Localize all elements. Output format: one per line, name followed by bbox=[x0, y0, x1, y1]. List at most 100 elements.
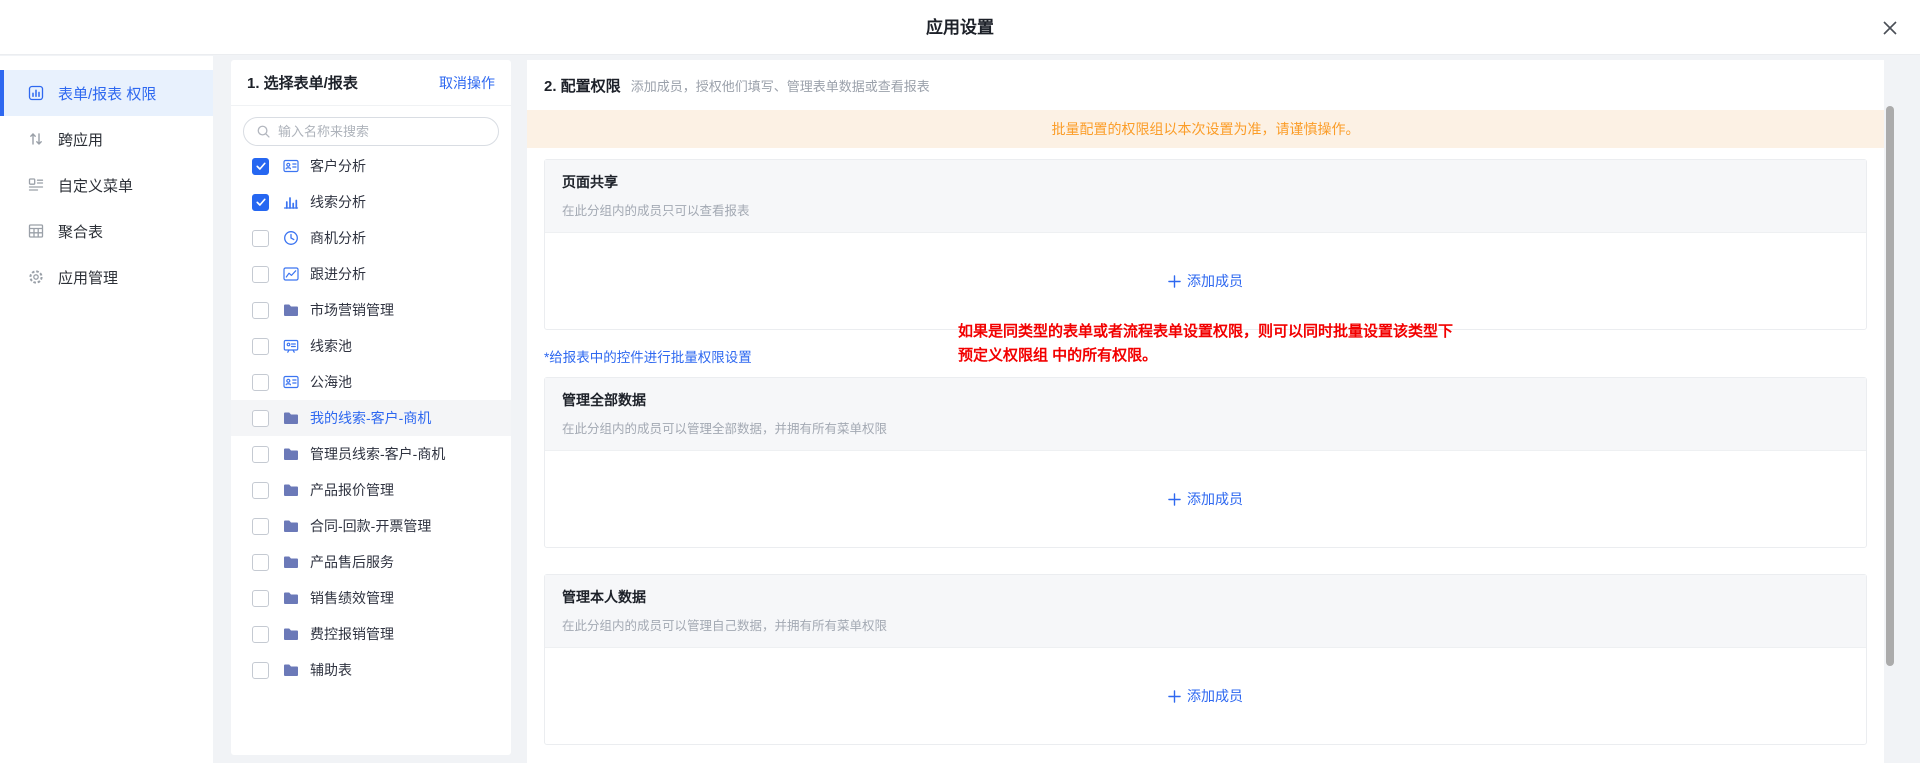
sidebar-item-label: 应用管理 bbox=[58, 267, 118, 288]
checkbox-checked[interactable] bbox=[252, 158, 269, 175]
annotation-line-1: 如果是同类型的表单或者流程表单设置权限，则可以同时批量设置该类型下 bbox=[958, 320, 1598, 344]
folder-icon bbox=[282, 481, 300, 499]
folder-icon bbox=[282, 661, 300, 679]
board-icon bbox=[282, 337, 300, 355]
annotation-line-2: 预定义权限组 中的所有权限。 bbox=[958, 344, 1598, 368]
checkbox-unchecked[interactable] bbox=[252, 554, 269, 571]
form-item-label: 线索池 bbox=[310, 336, 352, 356]
form-item-contract-payment-invoice[interactable]: 合同-回款-开票管理 bbox=[231, 508, 511, 544]
bar-chart-icon bbox=[282, 193, 300, 211]
form-item-public-pool[interactable]: 公海池 bbox=[231, 364, 511, 400]
form-item-expense-reimburse[interactable]: 费控报销管理 bbox=[231, 616, 511, 652]
sidebar-item-app-manage[interactable]: 应用管理 bbox=[0, 254, 213, 300]
folder-icon bbox=[282, 517, 300, 535]
group-title: 管理全部数据 bbox=[562, 390, 1849, 410]
form-item-after-sales-service[interactable]: 产品售后服务 bbox=[231, 544, 511, 580]
sidebar-item-form-report-permission[interactable]: 表单/报表 权限 bbox=[0, 70, 213, 116]
clock-icon bbox=[282, 229, 300, 247]
plus-icon bbox=[1168, 493, 1181, 506]
checkbox-unchecked[interactable] bbox=[252, 374, 269, 391]
form-item-label: 销售绩效管理 bbox=[310, 588, 394, 608]
checkbox-unchecked[interactable] bbox=[252, 626, 269, 643]
permission-group-manage-all: 管理全部数据 在此分组内的成员可以管理全部数据，并拥有所有菜单权限 添加成员 bbox=[544, 377, 1867, 548]
folder-icon bbox=[282, 589, 300, 607]
folder-icon bbox=[282, 553, 300, 571]
aggregate-table-icon bbox=[27, 222, 45, 240]
sidebar-item-aggregate-table[interactable]: 聚合表 bbox=[0, 208, 213, 254]
add-member-label: 添加成员 bbox=[1187, 686, 1243, 706]
sidebar-item-custom-menu[interactable]: 自定义菜单 bbox=[0, 162, 213, 208]
form-item-lead-analysis[interactable]: 线索分析 bbox=[231, 184, 511, 220]
cancel-action-link[interactable]: 取消操作 bbox=[439, 73, 495, 93]
plus-icon bbox=[1168, 690, 1181, 703]
close-icon[interactable] bbox=[1876, 14, 1904, 42]
batch-warning-banner: 批量配置的权限组以本次设置为准，请谨慎操作。 bbox=[527, 110, 1884, 148]
form-item-followup-analysis[interactable]: 跟进分析 bbox=[231, 256, 511, 292]
batch-control-permission-link[interactable]: *给报表中的控件进行批量权限设置 bbox=[544, 346, 752, 366]
group-header: 管理全部数据 在此分组内的成员可以管理全部数据，并拥有所有菜单权限 bbox=[545, 378, 1866, 451]
form-item-label: 我的线索-客户-商机 bbox=[310, 408, 431, 428]
folder-icon bbox=[282, 625, 300, 643]
form-item-product-quote-mgmt[interactable]: 产品报价管理 bbox=[231, 472, 511, 508]
checkbox-checked[interactable] bbox=[252, 194, 269, 211]
checkbox-unchecked[interactable] bbox=[252, 266, 269, 283]
form-item-label: 商机分析 bbox=[310, 228, 366, 248]
add-member-label: 添加成员 bbox=[1187, 489, 1243, 509]
checkbox-unchecked[interactable] bbox=[252, 662, 269, 679]
group-title: 页面共享 bbox=[562, 172, 1849, 192]
group-body: 添加成员 bbox=[545, 648, 1866, 744]
form-item-lead-pool[interactable]: 线索池 bbox=[231, 328, 511, 364]
group-header: 管理本人数据 在此分组内的成员可以管理自己数据，并拥有所有菜单权限 bbox=[545, 575, 1866, 648]
sidebar-item-cross-app[interactable]: 跨应用 bbox=[0, 116, 213, 162]
form-item-customer-analysis[interactable]: 客户分析 bbox=[231, 148, 511, 184]
checkbox-unchecked[interactable] bbox=[252, 230, 269, 247]
form-select-title: 1. 选择表单/报表 bbox=[247, 72, 358, 93]
search-input[interactable] bbox=[278, 124, 478, 139]
form-item-label: 客户分析 bbox=[310, 156, 366, 176]
report-icon bbox=[27, 84, 45, 102]
form-select-panel: 1. 选择表单/报表 取消操作 客户分析 线索分析 商机 bbox=[231, 60, 511, 755]
annotation-note: 如果是同类型的表单或者流程表单设置权限，则可以同时批量设置该类型下 预定义权限组… bbox=[958, 320, 1598, 368]
form-item-label: 跟进分析 bbox=[310, 264, 366, 284]
form-item-label: 辅助表 bbox=[310, 660, 352, 680]
form-item-sales-performance[interactable]: 销售绩效管理 bbox=[231, 580, 511, 616]
form-list: 客户分析 线索分析 商机分析 跟进分析 市场营销管理 bbox=[231, 146, 511, 688]
plus-icon bbox=[1168, 275, 1181, 288]
form-item-marketing-mgmt[interactable]: 市场营销管理 bbox=[231, 292, 511, 328]
permission-group-page-share: 页面共享 在此分组内的成员只可以查看报表 添加成员 bbox=[544, 159, 1867, 330]
contact-card-icon bbox=[282, 373, 300, 391]
form-item-opportunity-analysis[interactable]: 商机分析 bbox=[231, 220, 511, 256]
add-member-button[interactable]: 添加成员 bbox=[1168, 271, 1243, 291]
group-body: 添加成员 bbox=[545, 451, 1866, 547]
add-member-button[interactable]: 添加成员 bbox=[1168, 686, 1243, 706]
search-icon bbox=[256, 124, 271, 139]
form-item-label: 管理员线索-客户-商机 bbox=[310, 444, 445, 464]
group-header: 页面共享 在此分组内的成员只可以查看报表 bbox=[545, 160, 1866, 233]
checkbox-unchecked[interactable] bbox=[252, 482, 269, 499]
checkbox-unchecked[interactable] bbox=[252, 410, 269, 427]
group-body: 添加成员 bbox=[545, 233, 1866, 329]
form-item-label: 产品报价管理 bbox=[310, 480, 394, 500]
form-item-admin-leads-customers-opps[interactable]: 管理员线索-客户-商机 bbox=[231, 436, 511, 472]
checkbox-unchecked[interactable] bbox=[252, 302, 269, 319]
checkbox-unchecked[interactable] bbox=[252, 338, 269, 355]
form-item-label: 线索分析 bbox=[310, 192, 366, 212]
vertical-scrollbar-thumb[interactable] bbox=[1886, 106, 1894, 666]
checkbox-unchecked[interactable] bbox=[252, 590, 269, 607]
sidebar-item-label: 自定义菜单 bbox=[58, 175, 133, 196]
add-member-button[interactable]: 添加成员 bbox=[1168, 489, 1243, 509]
permission-title: 2. 配置权限 bbox=[544, 75, 621, 96]
form-item-label: 费控报销管理 bbox=[310, 624, 394, 644]
form-item-label: 合同-回款-开票管理 bbox=[310, 516, 431, 536]
cross-app-icon bbox=[27, 130, 45, 148]
group-description: 在此分组内的成员可以管理全部数据，并拥有所有菜单权限 bbox=[562, 418, 1849, 437]
folder-icon bbox=[282, 301, 300, 319]
settings-sidebar: 表单/报表 权限 跨应用 自定义菜单 聚合表 应用管理 bbox=[0, 56, 213, 763]
checkbox-unchecked[interactable] bbox=[252, 518, 269, 535]
form-item-auxiliary-table[interactable]: 辅助表 bbox=[231, 652, 511, 688]
search-box[interactable] bbox=[243, 117, 499, 146]
checkbox-unchecked[interactable] bbox=[252, 446, 269, 463]
form-item-my-leads-customers-opps[interactable]: 我的线索-客户-商机 bbox=[231, 400, 511, 436]
form-item-label: 公海池 bbox=[310, 372, 352, 392]
permission-header: 2. 配置权限 添加成员，授权他们填写、管理表单数据或查看报表 bbox=[527, 60, 1884, 110]
